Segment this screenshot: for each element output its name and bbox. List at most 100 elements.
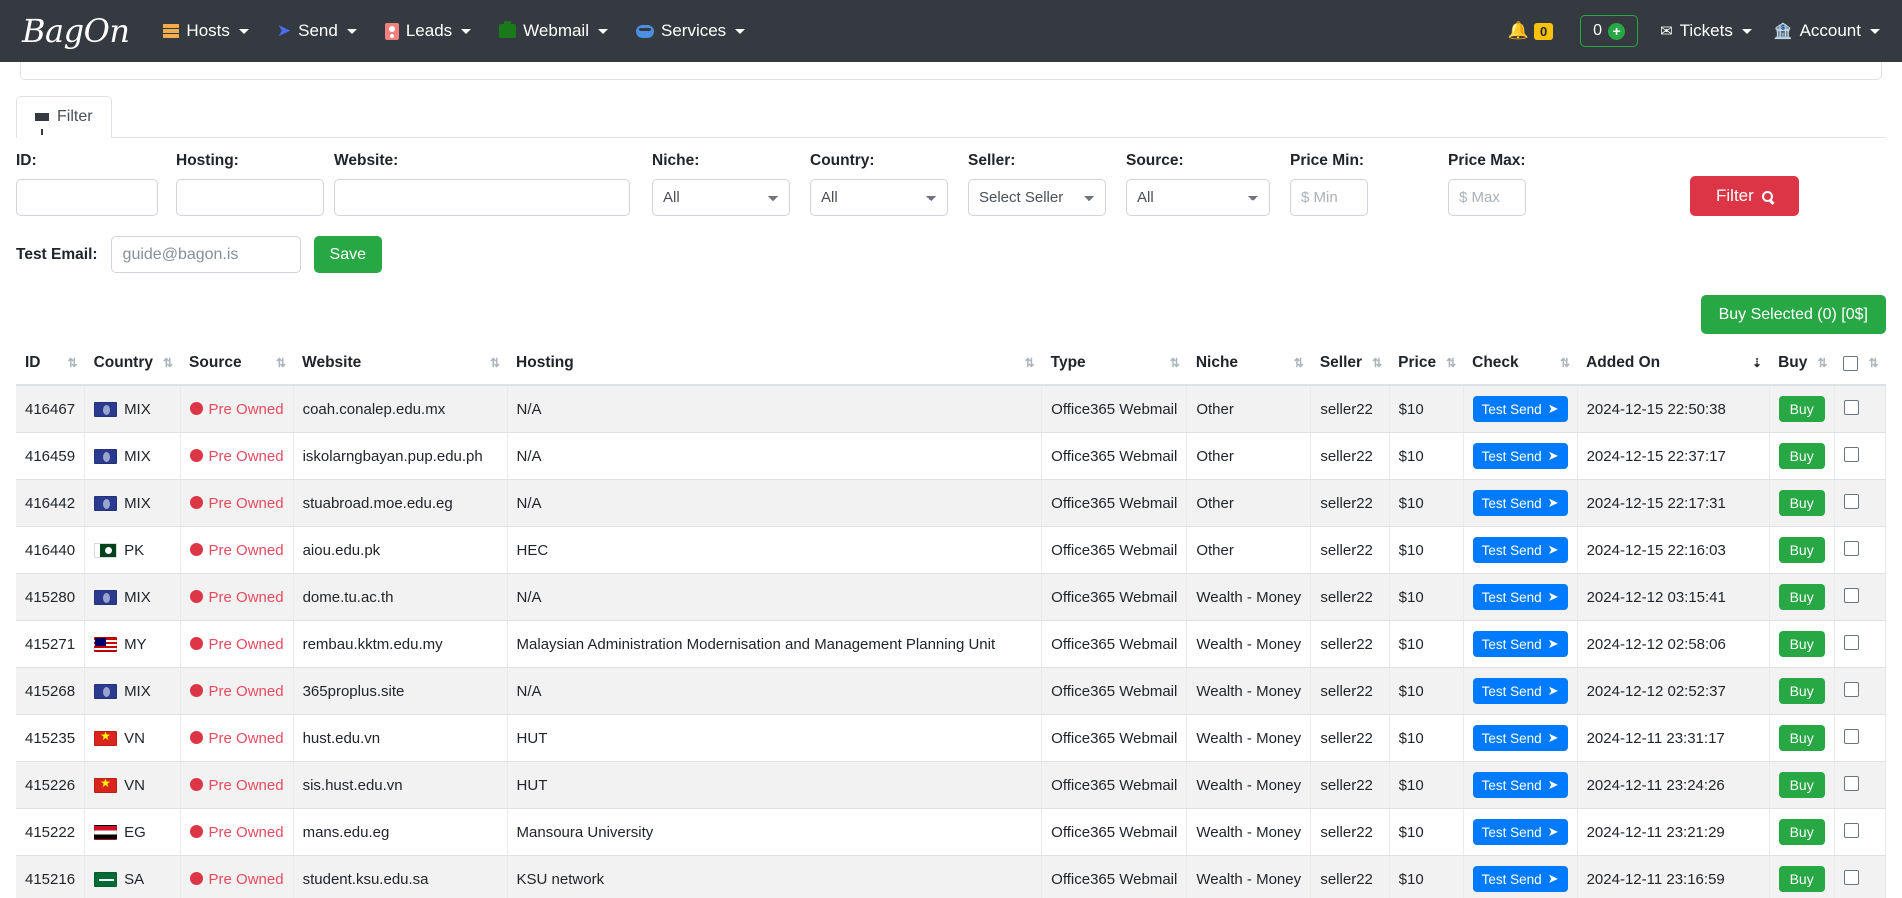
test-send-button[interactable]: Test Send ➤ (1472, 537, 1568, 563)
row-select-checkbox[interactable] (1843, 775, 1859, 791)
th-type[interactable]: Type ⇅ (1041, 346, 1187, 386)
cell-buy: Buy (1769, 432, 1835, 480)
test-send-button[interactable]: Test Send ➤ (1472, 678, 1568, 704)
th-niche[interactable]: Niche ⇅ (1186, 346, 1311, 386)
th-source[interactable]: Source ⇅ (180, 346, 294, 386)
buy-button[interactable]: Buy (1778, 443, 1825, 469)
test-send-button[interactable]: Test Send ➤ (1472, 584, 1568, 610)
test-send-button[interactable]: Test Send ➤ (1472, 819, 1568, 845)
save-test-email-button[interactable]: Save (313, 236, 383, 273)
test-send-button[interactable]: Test Send ➤ (1472, 631, 1568, 657)
sort-icon-niche[interactable]: ⇅ (1294, 356, 1304, 370)
sort-icon-id[interactable]: ⇅ (68, 356, 78, 370)
cell-website: student.ksu.edu.sa (293, 855, 508, 898)
source-select[interactable]: All (1126, 179, 1270, 216)
sort-icon-select[interactable]: ⇅ (1868, 356, 1878, 370)
id-input[interactable] (16, 179, 158, 216)
sort-icon-check[interactable]: ⇅ (1560, 356, 1570, 370)
row-select-checkbox[interactable] (1843, 822, 1859, 838)
hosting-input[interactable] (176, 179, 324, 216)
brand-logo[interactable]: BagOn (22, 12, 130, 50)
th-hosting[interactable]: Hosting ⇅ (507, 346, 1042, 386)
buy-button[interactable]: Buy (1778, 772, 1825, 798)
test-send-button[interactable]: Test Send ➤ (1472, 772, 1568, 798)
seller-select[interactable]: Select Seller (968, 179, 1106, 216)
row-select-checkbox[interactable] (1843, 446, 1859, 462)
row-select-checkbox[interactable] (1843, 681, 1859, 697)
select-all-checkbox[interactable] (1843, 355, 1859, 371)
field-source: Source: All (1126, 152, 1290, 216)
row-select-checkbox[interactable] (1843, 869, 1859, 885)
country-select[interactable]: All (810, 179, 948, 216)
row-select-checkbox[interactable] (1843, 728, 1859, 744)
nav-item-hosts[interactable]: Hosts (163, 21, 249, 41)
th-website[interactable]: Website ⇅ (293, 346, 508, 386)
buy-selected-button[interactable]: Buy Selected (0) [0$] (1700, 295, 1886, 334)
source-label: Pre Owned (208, 541, 284, 559)
sort-icon-buy[interactable]: ⇅ (1817, 356, 1827, 370)
cell-price: $10 (1389, 667, 1464, 715)
row-select-checkbox[interactable] (1843, 587, 1859, 603)
nav-item-webmail[interactable]: Webmail (499, 21, 608, 41)
buy-button[interactable]: Buy (1778, 396, 1825, 422)
nav-item-send[interactable]: ➤ Send (277, 21, 357, 41)
row-select-checkbox[interactable] (1843, 540, 1859, 556)
th-added-on[interactable]: Added On ⇣ (1577, 346, 1770, 386)
plus-circle-icon[interactable]: + (1608, 22, 1626, 40)
price-min-input[interactable] (1290, 179, 1368, 216)
th-id[interactable]: ID ⇅ (16, 346, 85, 386)
nav-item-account[interactable]: 🏦 Account (1774, 21, 1880, 41)
row-select-checkbox[interactable] (1843, 634, 1859, 650)
buy-button[interactable]: Buy (1778, 725, 1825, 751)
cell-buy: Buy (1769, 573, 1835, 621)
test-send-button[interactable]: Test Send ➤ (1472, 443, 1568, 469)
cell-type: Office365 Webmail (1041, 432, 1188, 480)
cell-check: Test Send ➤ (1463, 808, 1578, 856)
th-buy[interactable]: Buy ⇅ (1769, 346, 1835, 386)
flag-icon-mix (94, 449, 118, 465)
nav-item-tickets[interactable]: ✉ Tickets (1660, 21, 1752, 41)
credits-button[interactable]: 0 + (1580, 15, 1639, 47)
test-email-input[interactable] (110, 236, 301, 273)
website-input[interactable] (334, 179, 630, 216)
funnel-icon (35, 113, 49, 135)
nav-item-leads[interactable]: Leads (384, 21, 472, 41)
sort-icon-price[interactable]: ⇅ (1446, 356, 1456, 370)
sort-icon-hosting[interactable]: ⇅ (1025, 356, 1035, 370)
buy-button[interactable]: Buy (1778, 631, 1825, 657)
buy-button[interactable]: Buy (1778, 584, 1825, 610)
sort-icon-website[interactable]: ⇅ (490, 356, 500, 370)
table-row: 416440 PK Pre Owned aiou.edu.pk HEC Office365… (16, 526, 1887, 574)
sort-icon-added-on-desc[interactable]: ⇣ (1752, 356, 1762, 370)
test-send-button[interactable]: Test Send ➤ (1472, 866, 1568, 892)
sort-icon-type[interactable]: ⇅ (1170, 356, 1180, 370)
niche-select[interactable]: All (652, 179, 790, 216)
test-send-button[interactable]: Test Send ➤ (1472, 725, 1568, 751)
buy-button[interactable]: Buy (1778, 678, 1825, 704)
sort-icon-country[interactable]: ⇅ (163, 356, 173, 370)
th-country[interactable]: Country ⇅ (84, 346, 181, 386)
th-price[interactable]: Price ⇅ (1389, 346, 1464, 386)
cell-niche: Other (1186, 385, 1312, 433)
buy-button[interactable]: Buy (1778, 866, 1825, 892)
notifications-menu[interactable]: 🔔 0 (1508, 21, 1558, 41)
test-send-label: Test Send (1481, 495, 1542, 511)
th-select-all[interactable]: ⇅ (1834, 346, 1886, 386)
buy-button[interactable]: Buy (1778, 819, 1825, 845)
test-send-button[interactable]: Test Send ➤ (1472, 396, 1568, 422)
price-max-input[interactable] (1448, 179, 1526, 216)
buy-button[interactable]: Buy (1778, 537, 1825, 563)
tab-filter[interactable]: Filter (16, 96, 112, 138)
cell-seller: seller22 (1310, 761, 1390, 809)
row-select-checkbox[interactable] (1843, 493, 1859, 509)
buy-button[interactable]: Buy (1778, 490, 1825, 516)
nav-item-services[interactable]: Services (636, 21, 746, 41)
th-seller[interactable]: Seller ⇅ (1310, 346, 1390, 386)
row-select-checkbox[interactable] (1843, 399, 1859, 415)
th-check[interactable]: Check ⇅ (1463, 346, 1578, 386)
test-send-button[interactable]: Test Send ➤ (1472, 490, 1568, 516)
filter-button[interactable]: Filter (1690, 176, 1799, 216)
sort-icon-seller[interactable]: ⇅ (1372, 356, 1382, 370)
sort-icon-source[interactable]: ⇅ (276, 356, 286, 370)
cell-website: coah.conalep.edu.mx (293, 385, 508, 433)
